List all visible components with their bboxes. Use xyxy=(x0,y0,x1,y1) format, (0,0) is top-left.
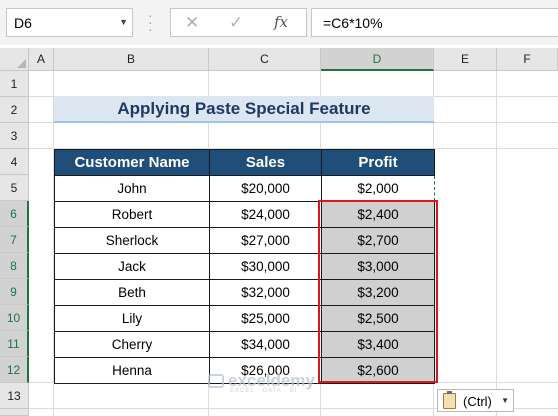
cell-sales[interactable]: $30,000 xyxy=(209,253,322,280)
row-header-1[interactable]: 1 xyxy=(0,71,29,97)
cell-profit-copied[interactable]: $2,000 xyxy=(321,175,435,202)
column-header-a[interactable]: A xyxy=(29,48,54,71)
watermark-logo: exceldemy EXCEL · DATA · BI xyxy=(208,371,315,394)
sheet-title[interactable]: Applying Paste Special Feature xyxy=(54,96,434,123)
cell-profit[interactable]: $3,200 xyxy=(321,279,435,306)
row-header-9[interactable]: 9 xyxy=(0,279,29,305)
cell-customer-name[interactable]: John xyxy=(54,175,210,202)
column-header-e[interactable]: E xyxy=(434,48,497,71)
row-header-14[interactable]: 14 xyxy=(0,409,29,416)
cell-profit[interactable]: $2,500 xyxy=(321,305,435,332)
cell-customer-name[interactable]: Sherlock xyxy=(54,227,210,254)
cell-sales[interactable]: $34,000 xyxy=(209,331,322,358)
formula-input[interactable]: =C6*10% xyxy=(311,8,558,37)
cell-sales[interactable]: $20,000 xyxy=(209,175,322,202)
select-all-corner[interactable] xyxy=(0,48,29,71)
row-header-6[interactable]: 6 xyxy=(0,201,29,227)
name-box-value: D6 xyxy=(14,15,32,31)
row-header-2[interactable]: 2 xyxy=(0,97,29,123)
table-row: Robert $24,000 $2,400 xyxy=(54,201,435,228)
row-header-12[interactable]: 12 xyxy=(0,357,29,383)
header-sales[interactable]: Sales xyxy=(209,149,322,176)
cell-profit[interactable]: $3,000 xyxy=(321,253,435,280)
name-box[interactable]: D6 ▼ xyxy=(6,8,133,37)
chevron-down-icon[interactable]: ▼ xyxy=(501,396,509,405)
cell-profit[interactable]: $2,700 xyxy=(321,227,435,254)
cell-profit[interactable]: $2,600 xyxy=(321,357,435,384)
formula-bar: D6 ▼ · · · ✕ ✓ fx =C6*10% xyxy=(0,0,558,45)
column-header-d[interactable]: D xyxy=(321,48,434,71)
cell-customer-name[interactable]: Robert xyxy=(54,201,210,228)
cell-sales[interactable]: $27,000 xyxy=(209,227,322,254)
cancel-icon[interactable]: ✕ xyxy=(185,13,199,33)
exceldemy-logo-icon xyxy=(208,374,224,388)
drag-handle-icon[interactable]: · · · xyxy=(148,8,153,36)
column-header-f[interactable]: F xyxy=(497,48,558,71)
paste-options-label: (Ctrl) xyxy=(463,394,492,409)
cell-customer-name[interactable]: Henna xyxy=(54,357,210,384)
formula-text: =C6*10% xyxy=(323,15,383,31)
cell-profit[interactable]: $2,400 xyxy=(321,201,435,228)
table-row: Cherry $34,000 $3,400 xyxy=(54,331,435,358)
row-header-5[interactable]: 5 xyxy=(0,175,29,201)
formula-buttons: ✕ ✓ fx xyxy=(170,8,307,37)
header-customer-name[interactable]: Customer Name xyxy=(54,149,210,176)
table-row: John $20,000 $2,000 xyxy=(54,175,435,202)
profit-table: Customer Name Sales Profit John $20,000 … xyxy=(54,149,435,384)
paste-options-button[interactable]: (Ctrl) ▼ xyxy=(437,389,514,412)
cell-customer-name[interactable]: Lily xyxy=(54,305,210,332)
clipboard-icon xyxy=(443,391,456,409)
cell-customer-name[interactable]: Beth xyxy=(54,279,210,306)
row-header-11[interactable]: 11 xyxy=(0,331,29,357)
cell-sales[interactable]: $32,000 xyxy=(209,279,322,306)
cell-sales[interactable]: $25,000 xyxy=(209,305,322,332)
row-header-13[interactable]: 13 xyxy=(0,383,29,409)
header-profit[interactable]: Profit xyxy=(321,149,435,176)
row-header-10[interactable]: 10 xyxy=(0,305,29,331)
row-header-3[interactable]: 3 xyxy=(0,123,29,149)
column-header-b[interactable]: B xyxy=(54,48,209,71)
row-header-8[interactable]: 8 xyxy=(0,253,29,279)
table-row: Jack $30,000 $3,000 xyxy=(54,253,435,280)
table-row: Beth $32,000 $3,200 xyxy=(54,279,435,306)
cell-customer-name[interactable]: Cherry xyxy=(54,331,210,358)
cell-profit[interactable]: $3,400 xyxy=(321,331,435,358)
cell-sales[interactable]: $24,000 xyxy=(209,201,322,228)
row-header-4[interactable]: 4 xyxy=(0,149,29,175)
chevron-down-icon[interactable]: ▼ xyxy=(119,17,128,27)
insert-function-icon[interactable]: fx xyxy=(274,13,288,31)
row-header-7[interactable]: 7 xyxy=(0,227,29,253)
table-row: Sherlock $27,000 $2,700 xyxy=(54,227,435,254)
cell-customer-name[interactable]: Jack xyxy=(54,253,210,280)
table-row: Lily $25,000 $2,500 xyxy=(54,305,435,332)
column-header-c[interactable]: C xyxy=(209,48,321,71)
enter-icon[interactable]: ✓ xyxy=(229,13,243,33)
